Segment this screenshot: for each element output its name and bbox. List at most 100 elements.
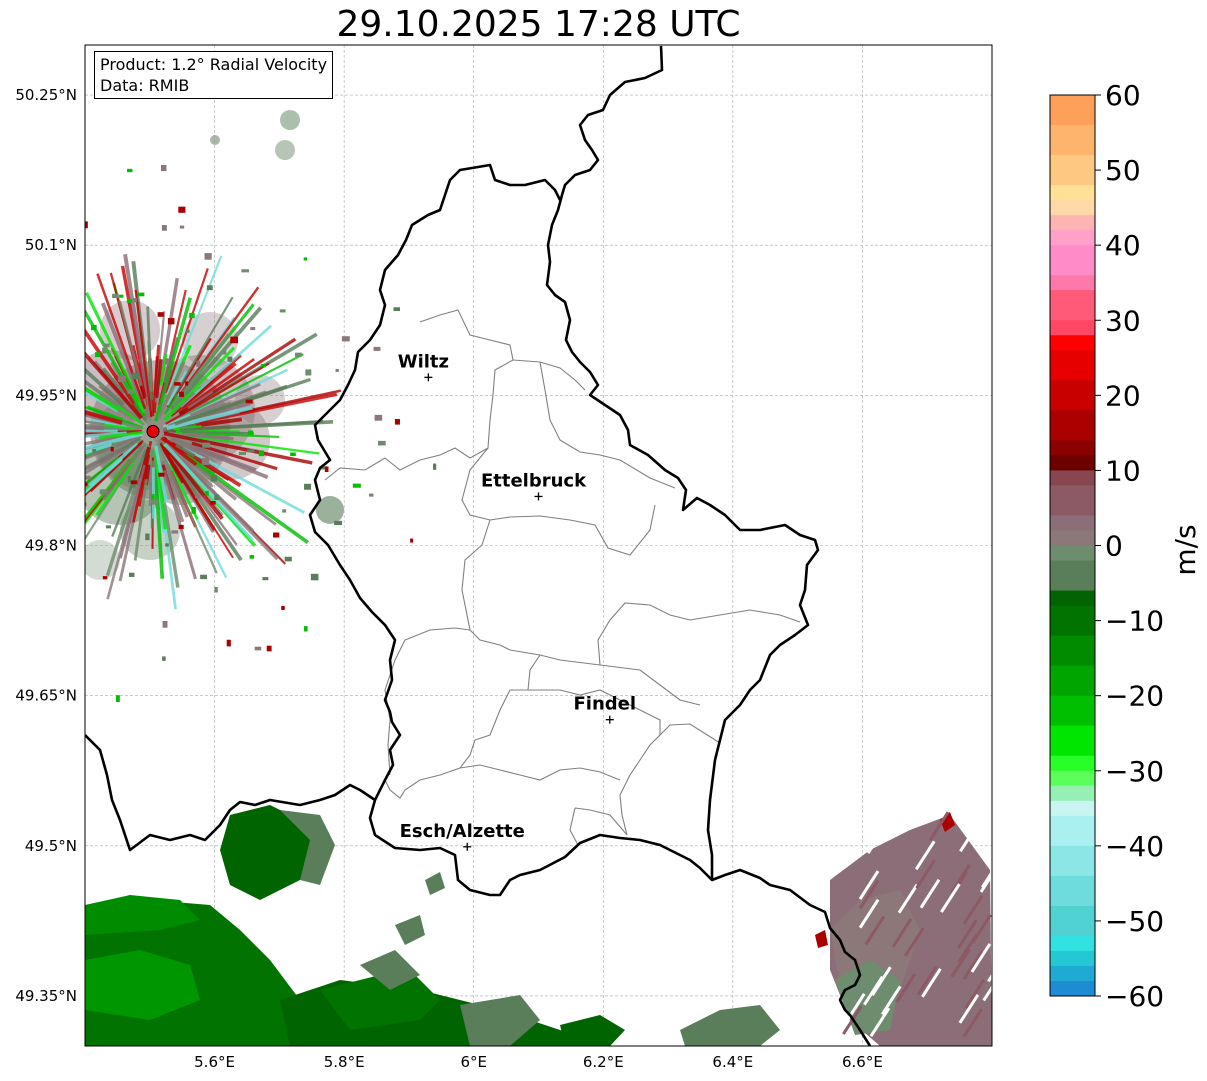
colorbar-tick-label: 60 bbox=[1105, 79, 1141, 112]
colorbar-band bbox=[1050, 440, 1095, 456]
radar-site-marker[interactable] bbox=[146, 424, 160, 438]
colorbar-band bbox=[1050, 875, 1095, 907]
echo-speckle bbox=[374, 414, 383, 421]
echo-speckle bbox=[210, 475, 218, 482]
colorbar-band bbox=[1050, 770, 1095, 787]
echo-speckle bbox=[130, 480, 138, 485]
colorbar-band bbox=[1050, 590, 1095, 607]
echo-speckle bbox=[111, 442, 118, 447]
colorbar-band bbox=[1050, 320, 1095, 336]
colorbar-tick-label: 0 bbox=[1105, 530, 1123, 563]
echo-speckle bbox=[110, 446, 114, 452]
echo-speckle bbox=[352, 483, 361, 488]
echo-speckle bbox=[51, 486, 57, 491]
echo-speckle bbox=[119, 294, 124, 298]
echo-speckle bbox=[5, 389, 9, 395]
colorbar-band bbox=[1050, 125, 1095, 156]
echo-speckle bbox=[2, 640, 5, 643]
echo-speckle bbox=[258, 450, 264, 457]
echo-speckle bbox=[127, 389, 135, 394]
city-label[interactable]: Findel bbox=[573, 694, 636, 715]
echo-speckle bbox=[214, 586, 218, 593]
echo-speckle bbox=[39, 500, 43, 503]
city-label[interactable]: Wiltz bbox=[398, 351, 449, 372]
echo-speckle bbox=[102, 576, 108, 580]
colorbar-tick-label: −40 bbox=[1105, 830, 1164, 863]
echo-speckle bbox=[310, 573, 319, 581]
echo-speckle bbox=[179, 391, 184, 397]
colorbar-tick-label: 10 bbox=[1105, 454, 1141, 487]
colorbar-band bbox=[1050, 410, 1095, 441]
echo-speckle bbox=[273, 532, 280, 538]
echo-speckle bbox=[204, 253, 212, 260]
echo-speckle bbox=[171, 530, 178, 534]
echo-speckle bbox=[4, 455, 7, 459]
colorbar-band bbox=[1050, 245, 1095, 276]
echo-speckle bbox=[205, 490, 209, 496]
echo-speckle bbox=[178, 206, 186, 213]
echo-speckle bbox=[262, 577, 269, 581]
colorbar-tick-label: −20 bbox=[1105, 680, 1164, 713]
colorbar-band bbox=[1050, 800, 1095, 817]
colorbar-band bbox=[1050, 635, 1095, 667]
echo-speckle bbox=[104, 343, 110, 348]
lon-tick-label: 5.8°E bbox=[324, 1053, 365, 1071]
echo-speckle bbox=[174, 382, 181, 386]
echo-speckle bbox=[195, 494, 200, 499]
colorbar-unit-label: m/s bbox=[1169, 524, 1202, 575]
colorbar-band bbox=[1050, 950, 1095, 967]
echo-speckle bbox=[201, 458, 210, 465]
colorbar-band bbox=[1050, 665, 1095, 697]
colorbar-band bbox=[1050, 275, 1095, 291]
lat-tick-label: 49.35°N bbox=[15, 987, 77, 1005]
echo-speckle bbox=[85, 475, 91, 480]
echo-speckle bbox=[116, 695, 120, 703]
colorbar-band bbox=[1050, 485, 1095, 516]
echo-speckle bbox=[238, 451, 247, 456]
echo-speckle bbox=[112, 293, 119, 299]
lon-tick-label: 6.4°E bbox=[712, 1053, 753, 1071]
echo-speckle bbox=[78, 378, 83, 384]
echo-speckle bbox=[394, 419, 400, 425]
lat-tick-label: 49.95°N bbox=[15, 386, 77, 404]
echo-speckle bbox=[249, 555, 254, 559]
colorbar-band bbox=[1050, 230, 1095, 246]
echo-speckle bbox=[99, 489, 108, 495]
colorbar-band bbox=[1050, 515, 1095, 531]
echo-speckle bbox=[85, 221, 88, 229]
echo-speckle bbox=[191, 506, 196, 514]
echo-speckle bbox=[160, 164, 167, 172]
city-label[interactable]: Ettelbruck bbox=[481, 470, 587, 491]
colorbar-band bbox=[1050, 215, 1095, 231]
echo-speckle bbox=[137, 292, 145, 297]
echo-speckle bbox=[373, 346, 381, 351]
colorbar-band bbox=[1050, 290, 1095, 321]
echo-speckle bbox=[334, 520, 343, 526]
echo-speckle bbox=[41, 658, 45, 662]
colorbar-band bbox=[1050, 980, 1095, 997]
echo-speckle bbox=[128, 572, 135, 577]
echo-speckle bbox=[210, 501, 216, 505]
echo-speckle bbox=[29, 569, 32, 573]
echo-speckle bbox=[127, 168, 133, 173]
lat-tick-label: 50.25°N bbox=[15, 86, 77, 104]
echo-speckle bbox=[165, 543, 169, 547]
echo-speckle bbox=[55, 507, 60, 512]
city-label[interactable]: Esch/Alzette bbox=[400, 821, 525, 842]
echo-speckle bbox=[230, 336, 239, 344]
lon-tick-label: 6.2°E bbox=[583, 1053, 624, 1071]
echo-speckle bbox=[21, 652, 26, 659]
echo-speckle bbox=[102, 347, 107, 354]
echo-speckle bbox=[91, 324, 97, 331]
colorbar-band bbox=[1050, 200, 1095, 216]
echo-speckle bbox=[132, 298, 137, 303]
colorbar-band bbox=[1050, 560, 1095, 592]
echo-speckle bbox=[167, 318, 175, 325]
colorbar-tick-label: −50 bbox=[1105, 905, 1164, 938]
echo-speckle bbox=[81, 444, 84, 450]
colorbar-band bbox=[1050, 455, 1095, 471]
colorbar-band bbox=[1050, 815, 1095, 847]
echo-speckle bbox=[132, 372, 140, 380]
echo-speckle bbox=[162, 620, 168, 628]
colorbar-band bbox=[1050, 185, 1095, 201]
